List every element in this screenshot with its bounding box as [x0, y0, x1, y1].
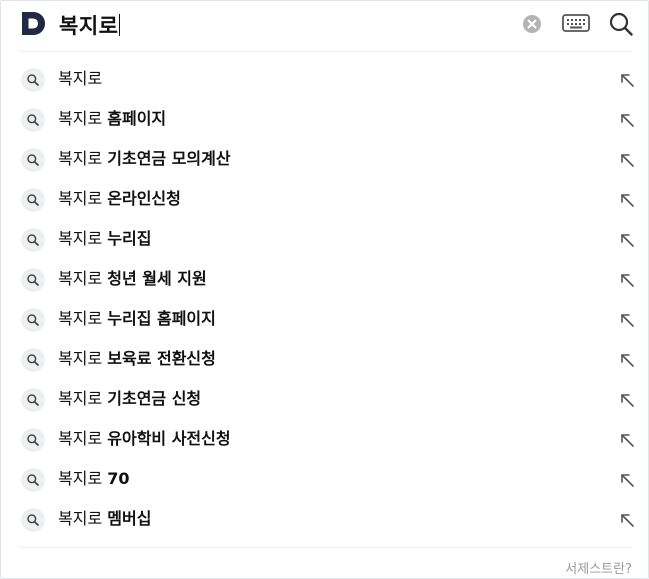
suggestion-label: 복지로 온라인신청: [58, 189, 181, 209]
suggestion-query-part: 복지로: [58, 389, 103, 408]
suggestion-query-part: 복지로: [58, 469, 103, 488]
suggestion-completion-part: 누리집 홈페이지: [107, 309, 216, 328]
suggestion-item[interactable]: 복지로: [1, 59, 649, 99]
search-icon: [21, 268, 45, 292]
suggestion-label: 복지로 기초연금 신청: [58, 389, 201, 409]
fill-query-arrow-icon[interactable]: [618, 111, 636, 129]
suggestion-query-part: 복지로: [58, 229, 103, 248]
search-icon: [21, 428, 45, 452]
suggestion-label: 복지로 70: [58, 469, 130, 489]
fill-query-arrow-icon[interactable]: [618, 351, 636, 369]
suggestion-item[interactable]: 복지로 멤버십: [1, 499, 649, 539]
fill-query-arrow-icon[interactable]: [618, 271, 636, 289]
search-input[interactable]: 복지로: [59, 10, 121, 40]
fill-query-arrow-icon[interactable]: [618, 71, 636, 89]
suggestion-query-part: 복지로: [58, 149, 103, 168]
fill-query-arrow-icon[interactable]: [618, 511, 636, 529]
suggestion-completion-part: 유아학비 사전신청: [107, 429, 231, 448]
suggestion-query-part: 복지로: [58, 429, 103, 448]
fill-query-arrow-icon[interactable]: [618, 311, 636, 329]
search-icon: [21, 188, 45, 212]
suggestion-label: 복지로 보육료 전환신청: [58, 349, 216, 369]
suggestion-item[interactable]: 복지로 누리집: [1, 219, 649, 259]
suggestion-query-part: 복지로: [58, 189, 103, 208]
text-caret: [119, 14, 121, 36]
search-icon: [21, 508, 45, 532]
search-icon: [21, 108, 45, 132]
suggestion-query-part: 복지로: [58, 69, 103, 88]
suggestion-completion-part: 홈페이지: [107, 109, 167, 128]
suggestion-completion-part: 멤버십: [107, 509, 152, 528]
search-bar: 복지로: [1, 1, 649, 51]
suggestion-item[interactable]: 복지로 홈페이지: [1, 99, 649, 139]
suggestion-query-part: 복지로: [58, 349, 103, 368]
suggestion-label: 복지로: [58, 69, 102, 89]
search-panel: 복지로 복지로 복지로 홈페이지 복지로 기초연금 모의계산 복지로 온라인신청…: [0, 0, 649, 579]
suggestion-label: 복지로 누리집: [58, 229, 151, 249]
suggestion-item[interactable]: 복지로 기초연금 모의계산: [1, 139, 649, 179]
suggestion-completion-part: 온라인신청: [107, 189, 181, 208]
fill-query-arrow-icon[interactable]: [618, 431, 636, 449]
suggestion-label: 복지로 누리집 홈페이지: [58, 309, 216, 329]
suggestion-item[interactable]: 복지로 보육료 전환신청: [1, 339, 649, 379]
suggestion-completion-part: 보육료 전환신청: [107, 349, 216, 368]
fill-query-arrow-icon[interactable]: [618, 471, 636, 489]
clear-icon[interactable]: [522, 14, 542, 34]
suggestion-completion-part: 기초연금 신청: [107, 389, 202, 408]
divider: [20, 547, 632, 548]
search-icon: [21, 68, 45, 92]
fill-query-arrow-icon[interactable]: [618, 151, 636, 169]
suggestion-list: 복지로 복지로 홈페이지 복지로 기초연금 모의계산 복지로 온라인신청 복지로 누리집…: [1, 59, 649, 539]
suggestion-label: 복지로 청년 월세 지원: [58, 269, 207, 289]
suggestion-label: 복지로 멤버십: [58, 509, 151, 529]
fill-query-arrow-icon[interactable]: [618, 391, 636, 409]
fill-query-arrow-icon[interactable]: [618, 231, 636, 249]
suggestion-completion-part: 누리집: [107, 229, 152, 248]
search-query-text: 복지로: [59, 14, 119, 38]
search-icon: [21, 228, 45, 252]
search-icon: [21, 148, 45, 172]
search-icon[interactable]: [608, 11, 634, 37]
suggestion-query-part: 복지로: [58, 509, 103, 528]
fill-query-arrow-icon[interactable]: [618, 191, 636, 209]
suggestion-completion-part: 기초연금 모의계산: [107, 149, 231, 168]
search-icon: [21, 308, 45, 332]
search-icon: [21, 348, 45, 372]
suggestion-query-part: 복지로: [58, 309, 103, 328]
suggestion-item[interactable]: 복지로 유아학비 사전신청: [1, 419, 649, 459]
suggestion-label: 복지로 홈페이지: [58, 109, 166, 129]
search-icon: [21, 468, 45, 492]
suggestion-item[interactable]: 복지로 누리집 홈페이지: [1, 299, 649, 339]
keyboard-icon[interactable]: [562, 13, 590, 34]
suggest-help-link[interactable]: 서제스트란?: [565, 558, 632, 577]
suggestion-label: 복지로 유아학비 사전신청: [58, 429, 231, 449]
suggestion-label: 복지로 기초연금 모의계산: [58, 149, 231, 169]
suggestion-completion-part: 청년 월세 지원: [107, 269, 207, 288]
search-icon: [21, 388, 45, 412]
daum-d-logo[interactable]: [21, 11, 46, 36]
suggestion-item[interactable]: 복지로 청년 월세 지원: [1, 259, 649, 299]
suggestion-item[interactable]: 복지로 온라인신청: [1, 179, 649, 219]
suggestion-item[interactable]: 복지로 기초연금 신청: [1, 379, 649, 419]
suggestion-query-part: 복지로: [58, 269, 103, 288]
suggestion-item[interactable]: 복지로 70: [1, 459, 649, 499]
divider: [20, 51, 632, 52]
suggestion-query-part: 복지로: [58, 109, 103, 128]
suggestion-completion-part: 70: [107, 469, 130, 488]
